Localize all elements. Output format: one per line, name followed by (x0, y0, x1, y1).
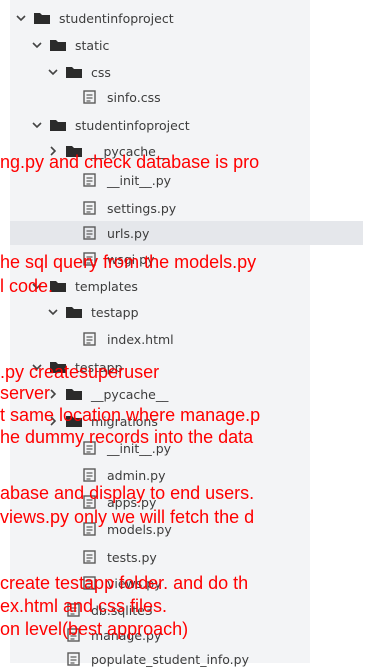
overlay-line-3: l code. (0, 276, 54, 296)
folder-item-studentinfoproject[interactable]: studentinfoproject (10, 6, 174, 30)
chevron-down-icon[interactable] (31, 119, 43, 131)
file-icon (81, 201, 99, 215)
folder-item-static[interactable]: static (10, 33, 109, 57)
tree-item-label: css (91, 64, 111, 80)
overlay-line-11: ex.html and css files. (0, 596, 168, 616)
file-item-index-html[interactable]: index.html (10, 327, 174, 351)
file-icon (81, 226, 99, 240)
file-icon (81, 468, 99, 482)
folder-item-studentinfoproject[interactable]: studentinfoproject (10, 113, 190, 137)
file-icon (65, 652, 83, 666)
tree-item-label: __init__.py (107, 172, 172, 188)
chevron-down-icon[interactable] (15, 12, 27, 24)
file-icon (81, 332, 99, 346)
overlay-line-5: server (0, 383, 51, 403)
tree-item-label: settings.py (107, 200, 177, 216)
overlay-line-2: he sql query from the models.py (0, 252, 257, 272)
file-explorer-tree: studentinfoproject static css sinfo.css stud… (10, 0, 363, 667)
folder-icon (33, 11, 51, 25)
tree-item-label: templates (75, 278, 138, 294)
file-item-settings-py[interactable]: settings.py (10, 196, 176, 220)
tree-item-label: sinfo.css (107, 89, 161, 105)
overlay-line-7: he dummy records into the data (0, 427, 254, 447)
file-icon (81, 550, 99, 564)
chevron-down-icon[interactable] (47, 306, 59, 318)
tree-item-label: studentinfoproject (75, 117, 190, 133)
overlay-line-10: create testapp folder. and do th (0, 573, 249, 593)
folder-icon (65, 65, 83, 79)
tree-item-label: __pycache__ (91, 386, 169, 402)
tree-item-label: admin.py (107, 467, 166, 483)
overlay-line-4: .py createsuperuser (0, 362, 160, 382)
tree-item-label: index.html (107, 331, 174, 347)
tree-item-label: populate_student_info.py (91, 651, 249, 667)
folder-item-testapp[interactable]: testapp (10, 300, 139, 324)
file-icon (81, 173, 99, 187)
overlay-line-8: abase and display to end users. (0, 483, 255, 503)
file-item-urls-py[interactable]: urls.py (10, 221, 363, 245)
tree-item-label: tests.py (107, 549, 157, 565)
tree-item-label: static (75, 37, 110, 53)
folder-icon (49, 118, 67, 132)
file-item-tests-py[interactable]: tests.py (10, 545, 157, 569)
file-item-sinfo-css[interactable]: sinfo.css (10, 85, 161, 109)
chevron-down-icon[interactable] (31, 39, 43, 51)
file-icon (81, 90, 99, 104)
tree-item-label: studentinfoproject (59, 10, 174, 26)
file-item-populate-student-info-py[interactable]: populate_student_info.py (10, 647, 249, 671)
folder-icon (49, 38, 67, 52)
overlay-line-6: t same location where manage.p (0, 405, 261, 425)
folder-icon (65, 305, 83, 319)
overlay-line-9: views.py only we will fetch the d (0, 507, 255, 527)
chevron-down-icon[interactable] (47, 66, 59, 78)
tree-item-label: testapp (91, 304, 139, 320)
tree-item-label: urls.py (107, 225, 150, 241)
overlay-line-1: ng.py and check database is pro (0, 152, 260, 172)
overlay-line-12: on level(best approach) (0, 619, 189, 639)
folder-item-css[interactable]: css (10, 60, 111, 84)
folder-icon (65, 387, 83, 401)
